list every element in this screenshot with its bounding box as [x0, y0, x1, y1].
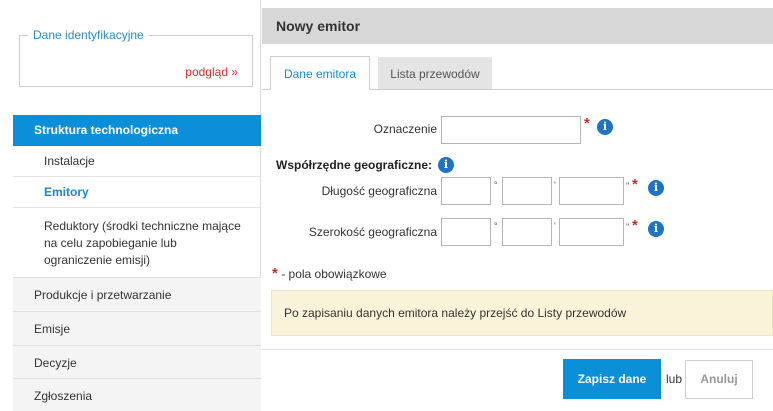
- save-button[interactable]: Zapisz dane: [563, 359, 661, 399]
- info-notice: Po zapisaniu danych emitora należy przej…: [271, 290, 773, 336]
- footer-divider: [262, 349, 773, 350]
- minute-symbol: ': [554, 180, 556, 190]
- sidebar-subitem-reduktory[interactable]: Reduktory (środki techniczne mające na c…: [13, 208, 261, 276]
- latitude-label: Szerokość geograficzna: [308, 225, 437, 239]
- degree-symbol: °: [494, 221, 498, 231]
- info-icon[interactable]: i: [597, 119, 613, 135]
- minute-symbol: ': [554, 221, 556, 231]
- sidebar-item-decyzje[interactable]: Decyzje: [13, 345, 261, 379]
- longitude-degrees-input[interactable]: [441, 177, 491, 205]
- longitude-minutes-input[interactable]: [502, 177, 552, 205]
- info-icon[interactable]: i: [648, 221, 664, 237]
- info-icon[interactable]: i: [648, 180, 664, 196]
- sidebar-subitem-instalacje[interactable]: Instalacje: [13, 146, 261, 177]
- sidebar-item-produkcje[interactable]: Produkcje i przetwarzanie: [13, 277, 261, 311]
- identification-legend: Dane identyfikacyjne: [28, 28, 149, 42]
- required-marker: *: [272, 265, 278, 282]
- oznaczenie-input[interactable]: [441, 116, 581, 144]
- second-symbol: '': [626, 181, 630, 191]
- preview-link[interactable]: podgląd »: [185, 65, 238, 79]
- sidebar-subitem-emitory[interactable]: Emitory: [13, 177, 261, 208]
- required-note-text: - pola obowiązkowe: [281, 267, 387, 281]
- sidebar: Dane identyfikacyjne podgląd » Struktura…: [0, 0, 261, 411]
- degree-symbol: °: [494, 180, 498, 190]
- or-label: lub: [666, 372, 683, 386]
- sidebar-item-struktura[interactable]: Struktura technologiczna: [13, 115, 261, 146]
- identification-box: Dane identyfikacyjne podgląd »: [19, 28, 253, 87]
- info-icon[interactable]: i: [438, 157, 454, 173]
- tab-lista-przewodow[interactable]: Lista przewodów: [378, 57, 492, 89]
- cancel-button[interactable]: Anuluj: [685, 360, 753, 399]
- required-marker: *: [584, 115, 590, 132]
- required-marker: *: [632, 176, 638, 193]
- main-panel: Nowy emitor Dane emitora Lista przewodów…: [262, 0, 773, 411]
- tab-dane-emitora[interactable]: Dane emitora: [270, 56, 370, 90]
- sidebar-item-zgloszenia[interactable]: Zgłoszenia: [13, 378, 261, 411]
- latitude-minutes-input[interactable]: [502, 218, 552, 246]
- latitude-degrees-input[interactable]: [441, 218, 491, 246]
- required-note: * - pola obowiązkowe: [272, 265, 387, 282]
- required-marker: *: [632, 217, 638, 234]
- sidebar-item-emisje[interactable]: Emisje: [13, 311, 261, 345]
- page-title: Nowy emitor: [262, 8, 773, 44]
- longitude-seconds-input[interactable]: [559, 177, 624, 205]
- latitude-seconds-input[interactable]: [559, 218, 624, 246]
- longitude-label: Długość geograficzna: [321, 184, 437, 198]
- geo-section-title: Współrzędne geograficzne:: [276, 158, 433, 172]
- oznaczenie-label: Oznaczenie: [373, 122, 437, 136]
- second-symbol: '': [626, 222, 630, 232]
